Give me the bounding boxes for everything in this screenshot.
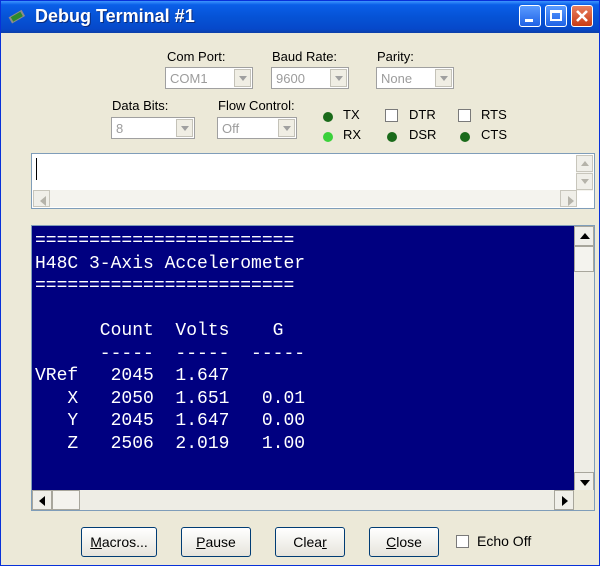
close-window-button[interactable] bbox=[571, 5, 593, 27]
chevron-down-icon bbox=[435, 69, 452, 87]
terminal-horizontal-scrollbar[interactable] bbox=[32, 490, 574, 510]
terminal-line: Count Volts G bbox=[35, 321, 284, 341]
echo-off-checkbox[interactable] bbox=[456, 535, 469, 548]
parity-label: Parity: bbox=[377, 49, 414, 64]
data-bits-label: Data Bits: bbox=[112, 98, 169, 113]
macros-button[interactable]: Macros... bbox=[81, 527, 157, 557]
app-icon bbox=[8, 9, 26, 24]
scroll-corner bbox=[574, 490, 594, 510]
transmit-input[interactable] bbox=[31, 153, 595, 209]
data-bits-value: 8 bbox=[116, 121, 124, 136]
dtr-checkbox[interactable] bbox=[385, 109, 398, 122]
scroll-left-icon[interactable] bbox=[33, 190, 50, 207]
scroll-up-icon[interactable] bbox=[576, 155, 593, 172]
baud-rate-value: 9600 bbox=[276, 71, 305, 86]
close-icon bbox=[576, 10, 588, 22]
pause-label-post: ause bbox=[205, 534, 236, 550]
close-label-post: lose bbox=[396, 534, 422, 550]
flow-control-label: Flow Control: bbox=[218, 98, 295, 113]
chevron-down-icon bbox=[234, 69, 251, 87]
parity-value: None bbox=[381, 71, 413, 86]
com-port-select[interactable]: COM1 bbox=[165, 67, 253, 89]
vertical-scroll-thumb[interactable] bbox=[574, 246, 594, 272]
receive-terminal[interactable]: ======================== H48C 3-Axis Acce… bbox=[31, 225, 595, 511]
parity-select[interactable]: None bbox=[376, 67, 454, 89]
echo-off-label: Echo Off bbox=[477, 533, 532, 549]
terminal-line: ----- ----- ----- bbox=[35, 343, 306, 364]
scroll-right-icon[interactable] bbox=[554, 490, 574, 510]
clear-label-accel: r bbox=[322, 534, 327, 550]
terminal-line: ======================== bbox=[35, 276, 295, 296]
tx-label: TX bbox=[343, 107, 360, 122]
title-bar[interactable]: Debug Terminal #1 bbox=[1, 1, 599, 33]
transmit-vertical-scrollbar[interactable] bbox=[576, 155, 593, 191]
rx-label: RX bbox=[343, 127, 362, 142]
flow-control-value: Off bbox=[222, 121, 240, 136]
chevron-down-icon bbox=[176, 119, 193, 137]
scroll-right-icon[interactable] bbox=[560, 190, 577, 207]
window-title: Debug Terminal #1 bbox=[35, 6, 195, 26]
scroll-down-icon[interactable] bbox=[574, 472, 594, 492]
maximize-button[interactable] bbox=[545, 5, 567, 27]
terminal-output: ======================== H48C 3-Axis Acce… bbox=[35, 230, 305, 455]
scroll-down-icon[interactable] bbox=[576, 173, 593, 190]
terminal-line: H48C 3-Axis Accelerometer bbox=[35, 253, 306, 274]
dsr-led bbox=[387, 132, 397, 142]
chevron-down-icon bbox=[278, 119, 295, 137]
rts-checkbox[interactable] bbox=[458, 109, 471, 122]
close-label-accel: C bbox=[386, 534, 397, 550]
close-button[interactable]: Close bbox=[369, 527, 439, 557]
chevron-down-icon bbox=[330, 69, 347, 87]
clear-label-pre: Clea bbox=[293, 534, 323, 550]
rts-label: RTS bbox=[481, 107, 507, 122]
minimize-icon bbox=[525, 19, 533, 22]
clear-button[interactable]: Clear bbox=[275, 527, 345, 557]
minimize-button[interactable] bbox=[519, 5, 541, 27]
dtr-label: DTR bbox=[409, 107, 436, 122]
transmit-horizontal-scrollbar[interactable] bbox=[33, 190, 577, 207]
com-port-value: COM1 bbox=[170, 71, 208, 86]
baud-rate-select[interactable]: 9600 bbox=[271, 67, 349, 89]
debug-terminal-window: Debug Terminal #1 Com Port: COM1 Baud Ra… bbox=[0, 0, 600, 566]
cts-led bbox=[460, 132, 470, 142]
terminal-line: Y 2045 1.647 0.00 bbox=[35, 411, 306, 431]
terminal-line: ======================== bbox=[35, 231, 295, 251]
terminal-line: Z 2506 2.019 1.00 bbox=[35, 433, 306, 454]
pause-button[interactable]: Pause bbox=[181, 527, 251, 557]
baud-rate-label: Baud Rate: bbox=[272, 49, 338, 64]
maximize-icon bbox=[550, 10, 562, 21]
horizontal-scroll-thumb[interactable] bbox=[52, 490, 80, 510]
terminal-line: X 2050 1.651 0.01 bbox=[35, 388, 306, 409]
tx-led bbox=[323, 112, 333, 122]
terminal-vertical-scrollbar[interactable] bbox=[574, 226, 594, 492]
scroll-up-icon[interactable] bbox=[574, 226, 594, 246]
data-bits-select[interactable]: 8 bbox=[111, 117, 195, 139]
terminal-line: VRef 2045 1.647 bbox=[35, 366, 230, 386]
cts-label: CTS bbox=[481, 127, 507, 142]
com-port-label: Com Port: bbox=[167, 49, 226, 64]
dsr-label: DSR bbox=[409, 127, 437, 142]
text-caret bbox=[36, 158, 37, 180]
macros-label-post: acros... bbox=[101, 534, 148, 550]
flow-control-select[interactable]: Off bbox=[217, 117, 297, 139]
macros-label-accel: M bbox=[90, 534, 102, 550]
rx-led bbox=[323, 132, 333, 142]
scroll-left-icon[interactable] bbox=[32, 490, 52, 510]
